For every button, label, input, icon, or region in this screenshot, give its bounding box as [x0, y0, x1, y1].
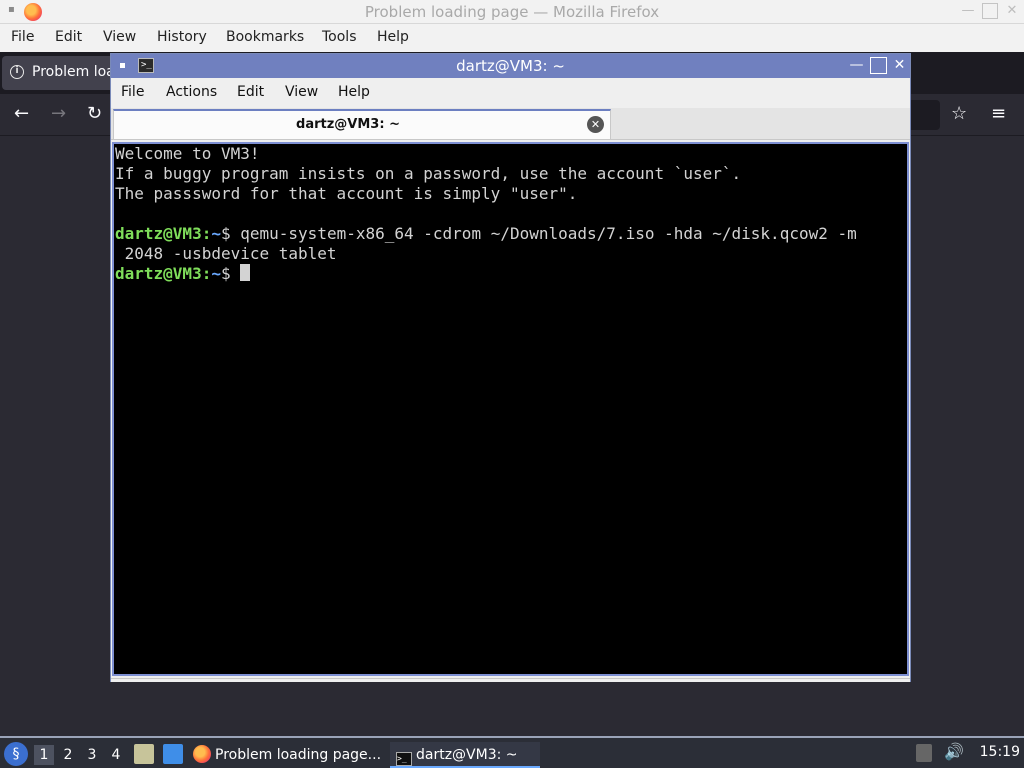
menu-help[interactable]: Help: [338, 84, 370, 100]
info-icon: i: [10, 65, 24, 79]
output-line: The passsword for that account is simply…: [115, 184, 578, 203]
menu-tools[interactable]: Tools: [322, 29, 357, 45]
forward-icon[interactable]: →: [51, 103, 66, 124]
reload-icon[interactable]: ↻: [87, 103, 102, 124]
minimize-icon[interactable]: —: [960, 3, 976, 19]
minimize-icon[interactable]: —: [848, 57, 865, 74]
terminal-titlebar: >_ dartz@VM3: ~ — ✕: [111, 54, 910, 78]
menu-bookmarks[interactable]: Bookmarks: [226, 29, 304, 45]
show-desktop-icon[interactable]: [163, 744, 183, 764]
clock[interactable]: 15:19: [980, 744, 1020, 760]
maximize-icon[interactable]: [870, 57, 887, 74]
task-firefox[interactable]: Problem loading page...: [193, 742, 385, 768]
terminal-screen[interactable]: Welcome to VM3! If a buggy program insist…: [112, 142, 909, 676]
prompt-user: dartz@VM3: [115, 264, 202, 283]
active-prompt-line: dartz@VM3:~$: [115, 264, 857, 284]
firefox-titlebar: ▪ Problem loading page — Mozilla Firefox…: [0, 0, 1024, 24]
task-terminal[interactable]: >_ dartz@VM3: ~: [390, 742, 540, 768]
workspace-1[interactable]: 1: [34, 745, 54, 765]
workspace-4[interactable]: 4: [106, 745, 126, 765]
terminal-tab-label: dartz@VM3: ~: [296, 117, 400, 132]
terminal-output: Welcome to VM3! If a buggy program insist…: [115, 144, 857, 284]
terminal-window: >_ dartz@VM3: ~ — ✕ File Actions Edit Vi…: [110, 53, 911, 682]
command-wrap-line: 2048 -usbdevice tablet: [115, 244, 337, 263]
terminal-tabbar: dartz@VM3: ~ ✕: [111, 108, 910, 140]
prompt-path: ~: [211, 264, 221, 283]
task-terminal-label: dartz@VM3: ~: [416, 747, 518, 763]
app-menu-icon[interactable]: ≡: [991, 103, 1006, 124]
volume-icon[interactable]: 🔊: [944, 742, 964, 761]
terminal-bottom-edge[interactable]: [111, 678, 910, 682]
menu-file[interactable]: File: [11, 29, 34, 45]
bookmark-star-icon[interactable]: ☆: [951, 103, 967, 124]
prompt-user: dartz@VM3: [115, 224, 202, 243]
command-line: dartz@VM3:~$ qemu-system-x86_64 -cdrom ~…: [115, 224, 857, 244]
maximize-icon[interactable]: [982, 3, 998, 19]
firefox-tab-label: Problem loa: [32, 64, 115, 80]
tab-close-icon[interactable]: ✕: [587, 116, 604, 133]
output-line: Welcome to VM3!: [115, 144, 260, 163]
terminal-window-title: dartz@VM3: ~: [456, 57, 565, 75]
terminal-icon: >_: [396, 752, 412, 766]
firefox-logo-icon: [193, 745, 211, 763]
menu-history[interactable]: History: [157, 29, 207, 45]
task-firefox-label: Problem loading page...: [215, 747, 382, 763]
start-menu-icon[interactable]: §: [4, 742, 28, 766]
firefox-window-title: Problem loading page — Mozilla Firefox: [364, 3, 660, 21]
firefox-tab[interactable]: i Problem loa: [2, 56, 122, 90]
command-text: qemu-system-x86_64 -cdrom ~/Downloads/7.…: [240, 224, 857, 243]
file-manager-icon[interactable]: [134, 744, 154, 764]
terminal-tab[interactable]: dartz@VM3: ~ ✕: [113, 109, 611, 139]
prompt-symbol: $: [220, 264, 241, 283]
prompt-path: ~: [211, 224, 221, 243]
menu-edit[interactable]: Edit: [55, 29, 82, 45]
workspace-3[interactable]: 3: [82, 745, 102, 765]
workspace-2[interactable]: 2: [58, 745, 78, 765]
close-icon[interactable]: ✕: [1004, 3, 1020, 19]
text-cursor: [240, 264, 251, 281]
menu-file[interactable]: File: [121, 84, 144, 100]
menu-view[interactable]: View: [285, 84, 318, 100]
back-icon[interactable]: ←: [14, 103, 29, 124]
menu-view[interactable]: View: [103, 29, 136, 45]
menu-actions[interactable]: Actions: [166, 84, 217, 100]
prompt-symbol: $: [220, 224, 241, 243]
terminal-menubar: File Actions Edit View Help: [111, 78, 910, 108]
output-line: If a buggy program insists on a password…: [115, 164, 742, 183]
firefox-menubar: File Edit View History Bookmarks Tools H…: [0, 24, 1024, 52]
prompt-separator: :: [201, 224, 212, 243]
removable-media-icon[interactable]: [916, 744, 932, 762]
close-icon[interactable]: ✕: [891, 57, 908, 74]
taskbar: § 1 2 3 4 Problem loading page... >_ dart…: [0, 736, 1024, 768]
prompt-separator: :: [201, 264, 212, 283]
menu-help[interactable]: Help: [377, 29, 409, 45]
menu-edit[interactable]: Edit: [237, 84, 264, 100]
